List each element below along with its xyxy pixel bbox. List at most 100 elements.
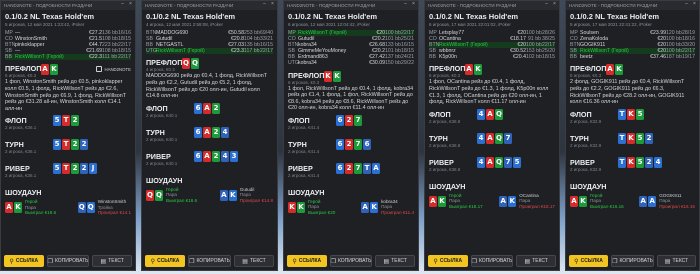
players-table: BTN MADDOG690 €50.58 253 bb 69/40 SB Gut… bbox=[142, 27, 277, 55]
close-icon[interactable]: × bbox=[270, 2, 275, 7]
showdown-hero-cards: QQ bbox=[146, 189, 163, 201]
playing-card: A bbox=[648, 195, 657, 207]
hand-details-window[interactable]: HAND2NOTE - ПОДРОБНОСТИ РАЗДАЧИ – × 0.1/… bbox=[283, 0, 419, 271]
copy-icon: ❐ bbox=[47, 258, 53, 265]
window-titlebar[interactable]: HAND2NOTE - ПОДРОБНОСТИ РАЗДАЧИ – × bbox=[425, 1, 559, 10]
showdown-opp-result: Проиграл €11.4 bbox=[381, 209, 414, 215]
copy-button[interactable]: ❐ КОПИРОВАТЬ bbox=[611, 255, 654, 267]
link-icon: ⚲ bbox=[9, 258, 14, 265]
close-icon[interactable]: × bbox=[128, 2, 133, 7]
playing-card: 2 bbox=[212, 126, 220, 138]
minimize-icon[interactable]: – bbox=[120, 2, 125, 7]
hand-details-window[interactable]: HAND2NOTE - ПОДРОБНОСТИ РАЗДАЧИ – × 0.1/… bbox=[565, 0, 700, 271]
link-icon: ⚲ bbox=[292, 258, 297, 265]
showdown-title: ШОУДАУН bbox=[5, 188, 42, 198]
text-button[interactable]: ▤ ТЕКСТ bbox=[516, 255, 557, 267]
playing-card: 6 bbox=[194, 126, 202, 138]
copy-icon: ❐ bbox=[612, 258, 618, 265]
turn-section: ТУРН 2 игрока, €38.8 4AQ7 bbox=[425, 130, 559, 154]
hand-details-window[interactable]: HAND2NOTE - ПОДРОБНОСТИ РАЗДАЧИ – × 0.1/… bbox=[0, 0, 136, 271]
turn-cards: 5T22 bbox=[53, 139, 88, 151]
link-icon: ⚲ bbox=[433, 258, 438, 265]
copy-button[interactable]: ❐ КОПИРОВАТЬ bbox=[188, 255, 231, 267]
showdown-section: ШОУДАУН QQ Герой Пара Выиграл €18.6 AK G… bbox=[142, 172, 277, 204]
close-icon[interactable]: × bbox=[552, 2, 557, 7]
turn-section: ТУРН 2 игрока, €36.1 5T22 bbox=[1, 136, 135, 160]
playing-card: K bbox=[14, 202, 22, 214]
showdown-opp-result: Проиграл €14.1 bbox=[97, 210, 131, 216]
flop-section: ФЛОП 2 игрока, €32.9 TK5 bbox=[566, 106, 699, 130]
preflop-sub: 5 игроков, €0.3 bbox=[570, 73, 602, 79]
showdown-opp-result: Проиграл €14.8 bbox=[239, 197, 273, 203]
link-button[interactable]: ⚲ ССЫЛКА bbox=[428, 255, 468, 267]
preflop-title: ПРЕФЛОП bbox=[146, 58, 183, 68]
playing-card: Q bbox=[146, 189, 154, 201]
playing-card: T bbox=[62, 163, 70, 175]
action-bar: ⚲ ССЫЛКА ❐ КОПИРОВАТЬ ▤ ТЕКСТ bbox=[428, 255, 557, 267]
showdown-section: ШОУДАУН AK Герой Пара Выиграл €18.6 QQ W… bbox=[1, 184, 135, 216]
copy-button[interactable]: ❐ КОПИРОВАТЬ bbox=[470, 255, 514, 267]
copy-button[interactable]: ❐ КОПИРОВАТЬ bbox=[46, 255, 90, 267]
playing-card: 6 bbox=[336, 114, 344, 126]
playing-card: K bbox=[438, 195, 446, 207]
link-button[interactable]: ⚲ ССЫЛКА bbox=[145, 255, 186, 267]
window-title: HAND2NOTE - ПОДРОБНОСТИ РАЗДАЧИ bbox=[287, 3, 376, 8]
playing-card: A bbox=[203, 126, 211, 138]
minimize-icon[interactable]: – bbox=[262, 2, 267, 7]
game-title: 0.1/0.2 NL Texas Hold'em bbox=[146, 12, 236, 21]
playing-card: K bbox=[627, 108, 635, 120]
close-icon[interactable]: × bbox=[411, 2, 416, 7]
playing-card: A bbox=[219, 189, 228, 201]
hero-cards: AK bbox=[41, 64, 58, 76]
showdown-hero-cards: KK bbox=[288, 201, 305, 213]
hero-cards: KK bbox=[324, 70, 341, 82]
text-button[interactable]: ▤ ТЕКСТ bbox=[233, 255, 275, 267]
flop-cards: 627 bbox=[336, 114, 362, 126]
playing-card: 5 bbox=[513, 156, 521, 168]
playing-card: T bbox=[618, 132, 626, 144]
river-section: РИВЕР 2 игрока, €41.4 627TA bbox=[284, 160, 418, 184]
playing-card: A bbox=[372, 162, 380, 174]
hand2note-badge[interactable]: HAND2NOTE bbox=[96, 66, 131, 73]
minimize-icon[interactable]: – bbox=[544, 2, 549, 7]
text-icon: ▤ bbox=[524, 258, 531, 265]
text-button[interactable]: ▤ ТЕКСТ bbox=[92, 255, 133, 267]
copy-button[interactable]: ❐ КОПИРОВАТЬ bbox=[329, 255, 373, 267]
playing-card: Q bbox=[495, 108, 503, 120]
playing-card: Q bbox=[86, 202, 95, 214]
playing-card: 2 bbox=[212, 150, 220, 162]
text-button[interactable]: ▤ ТЕКСТ bbox=[375, 255, 416, 267]
river-cards: 627TA bbox=[336, 162, 380, 174]
playing-card: 7 bbox=[354, 162, 362, 174]
playing-card: T bbox=[618, 108, 626, 120]
playing-card: Q bbox=[191, 58, 199, 70]
turn-cards: 4AQ7 bbox=[477, 132, 512, 144]
window-titlebar[interactable]: HAND2NOTE - ПОДРОБНОСТИ РАЗДАЧИ – × bbox=[142, 1, 277, 10]
window-title: HAND2NOTE - ПОДРОБНОСТИ РАЗДАЧИ bbox=[145, 3, 234, 8]
hand-details-window[interactable]: HAND2NOTE - ПОДРОБНОСТИ РАЗДАЧИ – × 0.1/… bbox=[141, 0, 278, 271]
showdown-opp-cards: AK bbox=[219, 189, 237, 201]
text-button[interactable]: ▤ ТЕКСТ bbox=[656, 255, 697, 267]
preflop-section: ПРЕФЛОП 6 игроков, €0.3 AK 1 фол, OCanti… bbox=[425, 60, 559, 105]
link-button[interactable]: ⚲ ССЫЛКА bbox=[569, 255, 609, 267]
window-titlebar[interactable]: HAND2NOTE - ПОДРОБНОСТИ РАЗДАЧИ – × bbox=[566, 1, 699, 10]
playing-card: K bbox=[474, 64, 482, 76]
minimize-icon[interactable]: – bbox=[684, 2, 689, 7]
close-icon[interactable]: × bbox=[692, 2, 697, 7]
showdown-hero-result: Выиграл €18.17 bbox=[449, 203, 483, 209]
window-titlebar[interactable]: HAND2NOTE - ПОДРОБНОСТИ РАЗДАЧИ – × bbox=[284, 1, 418, 10]
link-button[interactable]: ⚲ ССЫЛКА bbox=[4, 255, 44, 267]
copy-icon: ❐ bbox=[330, 258, 336, 265]
hand-details-window[interactable]: HAND2NOTE - ПОДРОБНОСТИ РАЗДАЧИ – × 0.1/… bbox=[424, 0, 560, 271]
window-titlebar[interactable]: HAND2NOTE - ПОДРОБНОСТИ РАЗДАЧИ – × bbox=[1, 1, 135, 10]
playing-card: 5 bbox=[53, 115, 61, 127]
flop-section: ФЛОП 2 игрока, €41.4 627 bbox=[284, 112, 418, 136]
minimize-icon[interactable]: – bbox=[403, 2, 408, 7]
playing-card: 6 bbox=[363, 138, 371, 150]
preflop-title: ПРЕФЛОП bbox=[288, 70, 325, 80]
preflop-section: ПРЕФЛОП 5 игроков, €0.3 AK HAND2NOTE 1 ф… bbox=[1, 60, 135, 112]
link-button[interactable]: ⚲ ССЫЛКА bbox=[287, 255, 327, 267]
playing-card: A bbox=[203, 150, 211, 162]
showdown-opp-cards: AA bbox=[639, 195, 657, 207]
playing-card: 7 bbox=[504, 156, 512, 168]
